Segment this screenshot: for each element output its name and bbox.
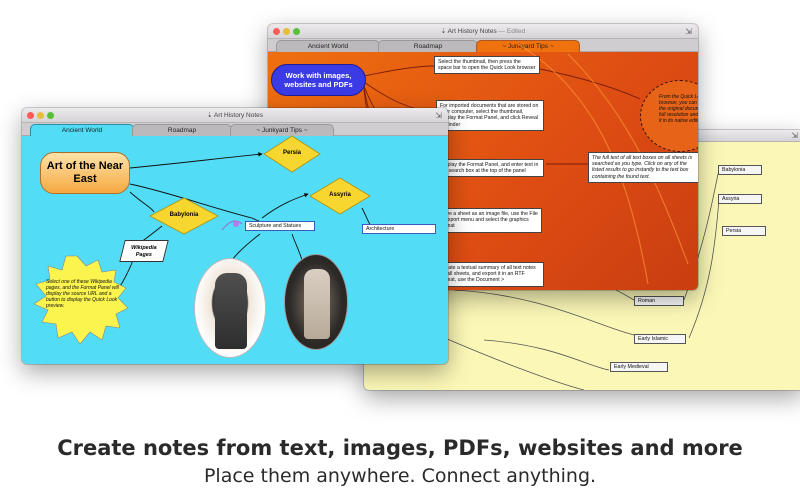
statue-figure-icon [304,269,330,339]
list-item[interactable]: Assyria [718,194,762,204]
subline: Place them anywhere. Connect anything. [203,465,597,487]
note-summary[interactable]: Create a textual summary of all text not… [436,262,544,287]
highlight-topic-text: Work with images, websites and PDFs [284,71,353,89]
note-reveal-finder[interactable]: For imported documents that are stored o… [436,100,544,131]
list-item[interactable]: Roman [634,296,684,306]
list-item[interactable]: Persia [722,226,766,236]
front-window: ⇣ Art History Notes ⇲ Ancient World Road… [22,108,448,364]
highlight-topic[interactable]: Work with images, websites and PDFs [271,64,366,96]
sculpture-image-1[interactable] [194,258,266,358]
note-search[interactable]: Display the Format Panel, and enter text… [436,159,544,178]
statue-figure-icon [215,273,247,349]
note-export-image[interactable]: Save a sheet as an image file, use the F… [436,208,542,233]
note-quick-look[interactable]: Select the thumbnail, then press the spa… [434,56,540,75]
list-item[interactable]: Babylonia [718,165,762,175]
star-note-text: Select one of these Wikipedia pages, and… [46,279,119,309]
list-item[interactable]: Early Islamic [634,334,686,344]
list-item[interactable]: Early Medieval [610,362,668,372]
sculpture-image-2[interactable] [284,254,348,350]
note-full-text[interactable]: The full text of all text boxes on all s… [588,152,698,183]
app-screenshot: ⇲ Babylonia Assyria Persia Roman Early I… [0,0,800,500]
note-oval-text: From the Quick Look browser, you can see… [659,94,698,124]
headline: Create notes from text, images, PDFs, we… [57,436,743,460]
